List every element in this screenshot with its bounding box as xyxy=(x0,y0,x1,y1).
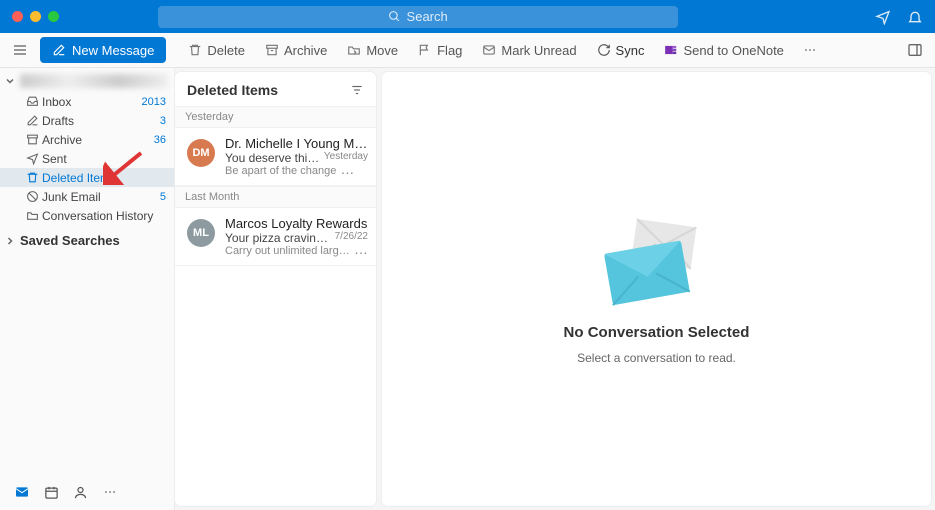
search-input[interactable]: Search xyxy=(158,6,678,28)
sent-icon xyxy=(25,152,39,165)
message-subject: Your pizza craving doe… xyxy=(225,231,331,245)
mail-tab-icon[interactable] xyxy=(14,484,30,500)
people-tab-icon[interactable] xyxy=(73,485,88,500)
sync-icon xyxy=(597,43,611,57)
search-placeholder: Search xyxy=(407,9,448,24)
folder-label: Sent xyxy=(42,152,166,166)
folder-junk-email[interactable]: Junk Email 5 xyxy=(0,187,174,206)
trash-icon xyxy=(25,171,39,184)
flag-icon xyxy=(418,43,432,57)
filter-icon xyxy=(350,83,364,97)
chevron-right-icon xyxy=(4,235,16,247)
message-row[interactable]: ML Marcos Loyalty RewardsYour pizza cravi… xyxy=(175,208,376,266)
sync-button[interactable]: Sync xyxy=(589,35,653,65)
onenote-icon xyxy=(664,43,678,57)
more-apps-icon[interactable] xyxy=(102,485,118,499)
delete-button[interactable]: Delete xyxy=(180,35,253,65)
folder-sent[interactable]: Sent xyxy=(0,149,174,168)
avatar: ML xyxy=(187,219,215,247)
send-onenote-label: Send to OneNote xyxy=(683,43,783,58)
list-title: Deleted Items xyxy=(187,82,350,98)
message-subject: You deserve this info xyxy=(225,151,320,165)
message-from: Dr. Michelle I Young Medic… xyxy=(225,136,368,151)
more-actions-button[interactable] xyxy=(796,35,824,65)
ellipsis-icon xyxy=(802,43,818,57)
mark-unread-label: Mark Unread xyxy=(501,43,576,58)
calendar-tab-icon[interactable] xyxy=(44,485,59,500)
folder-label: Conversation History xyxy=(42,209,166,223)
folder-archive[interactable]: Archive 36 xyxy=(0,130,174,149)
move-label: Move xyxy=(366,43,398,58)
account-row[interactable] xyxy=(0,68,174,92)
empty-state-title: No Conversation Selected xyxy=(564,324,750,341)
hamburger-menu[interactable] xyxy=(6,36,34,64)
minimize-window[interactable] xyxy=(30,11,41,22)
message-row[interactable]: DM Dr. Michelle I Young Medic…You deserve… xyxy=(175,128,376,186)
trash-icon xyxy=(188,43,202,57)
folder-count: 36 xyxy=(154,134,166,146)
saved-searches-label: Saved Searches xyxy=(20,233,120,248)
sidebar: Inbox 2013 Drafts 3 Archive 36 Sent Deleted Ite… xyxy=(0,68,175,510)
toolbar: New Message Delete Archive Move Flag Mar… xyxy=(0,33,935,68)
archive-label: Archive xyxy=(284,43,327,58)
empty-state-illustration xyxy=(602,214,712,314)
saved-searches-row[interactable]: Saved Searches xyxy=(0,227,174,254)
window-controls[interactable] xyxy=(12,11,59,22)
mail-icon xyxy=(482,43,496,57)
message-list-pane: Deleted Items Yesterday DM Dr. Michelle I … xyxy=(175,72,376,506)
mark-unread-button[interactable]: Mark Unread xyxy=(474,35,584,65)
folder-label: Deleted Items xyxy=(42,171,166,185)
folder-drafts[interactable]: Drafts 3 xyxy=(0,111,174,130)
folder-label: Archive xyxy=(42,133,146,147)
folder-label: Inbox xyxy=(42,95,134,109)
junk-icon xyxy=(25,190,39,203)
panel-icon xyxy=(907,42,923,58)
compose-icon xyxy=(52,43,66,57)
message-more: … xyxy=(336,165,354,177)
avatar: DM xyxy=(187,139,215,167)
folder-count: 2013 xyxy=(142,96,166,108)
folder-deleted-items[interactable]: Deleted Items xyxy=(0,168,174,187)
close-window[interactable] xyxy=(12,11,23,22)
draft-icon xyxy=(25,114,39,127)
empty-state-subtitle: Select a conversation to read. xyxy=(577,351,736,365)
folder-count: 5 xyxy=(160,191,166,203)
folder-icon xyxy=(25,209,39,222)
delete-label: Delete xyxy=(207,43,245,58)
filter-button[interactable] xyxy=(350,83,364,97)
folder-count: 3 xyxy=(160,115,166,127)
inbox-icon xyxy=(25,95,39,108)
archive-button[interactable]: Archive xyxy=(257,35,335,65)
message-preview: Be apart of the change xyxy=(225,165,336,177)
flag-button[interactable]: Flag xyxy=(410,35,470,65)
folder-label: Junk Email xyxy=(42,190,152,204)
send-onenote-button[interactable]: Send to OneNote xyxy=(656,35,791,65)
message-more: … xyxy=(350,245,368,257)
titlebar: Search xyxy=(0,0,935,33)
folder-inbox[interactable]: Inbox 2013 xyxy=(0,92,174,111)
notifications-icon[interactable] xyxy=(907,9,923,25)
archive-icon xyxy=(25,133,39,146)
section-header: Last Month xyxy=(175,186,376,208)
panel-toggle-button[interactable] xyxy=(907,42,923,58)
feedback-icon[interactable] xyxy=(875,9,891,25)
maximize-window[interactable] xyxy=(48,11,59,22)
reading-pane: No Conversation Selected Select a conver… xyxy=(382,72,931,506)
new-message-label: New Message xyxy=(72,43,154,58)
message-from: Marcos Loyalty Rewards xyxy=(225,216,368,231)
chevron-down-icon xyxy=(4,75,16,87)
new-message-button[interactable]: New Message xyxy=(40,37,166,63)
folder-label: Drafts xyxy=(42,114,152,128)
message-preview: Carry out unlimited large 2-toppi… xyxy=(225,245,350,257)
folder-conversation-history[interactable]: Conversation History xyxy=(0,206,174,225)
flag-label: Flag xyxy=(437,43,462,58)
move-button[interactable]: Move xyxy=(339,35,406,65)
sync-label: Sync xyxy=(616,43,645,58)
account-name-blurred xyxy=(20,74,168,88)
search-icon xyxy=(388,10,401,23)
archive-icon xyxy=(265,43,279,57)
section-header: Yesterday xyxy=(175,106,376,128)
move-icon xyxy=(347,43,361,57)
